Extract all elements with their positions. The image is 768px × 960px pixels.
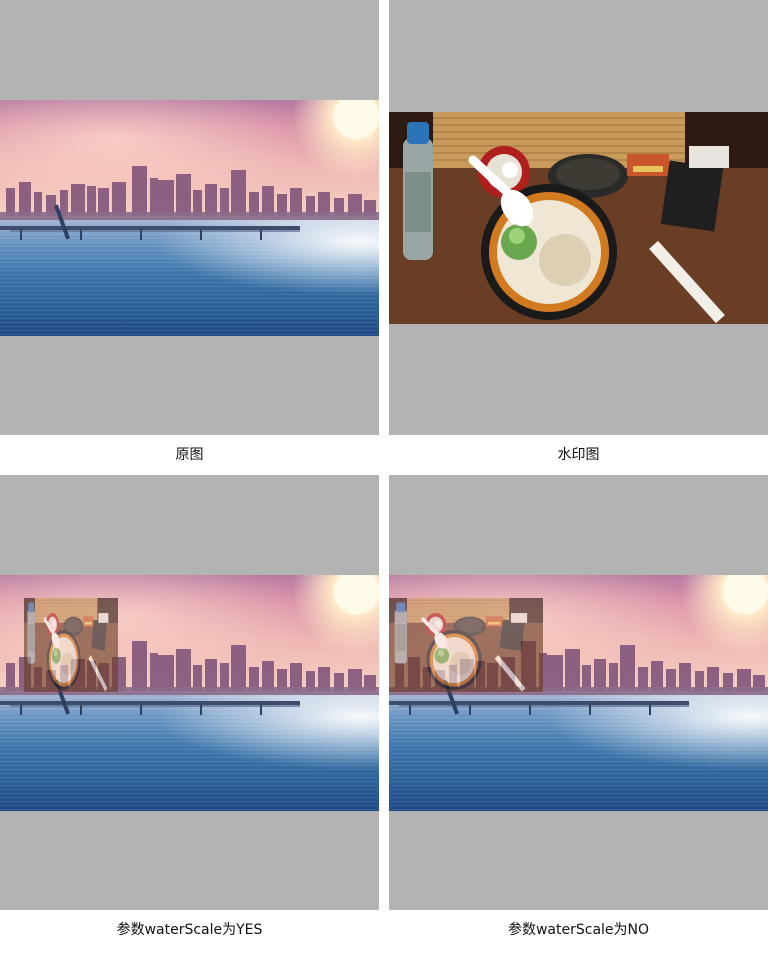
city-skyline-image <box>0 100 379 336</box>
caption-watermark: 水印图 <box>389 435 768 475</box>
panel-scale-no <box>389 475 768 910</box>
panel-original <box>0 0 379 435</box>
caption-scale-no: 参数waterScale为NO <box>389 910 768 950</box>
caption-scale-yes: 参数waterScale为YES <box>0 910 379 950</box>
ramen-image <box>389 112 768 324</box>
watermark-overlay <box>389 598 543 692</box>
panel-watermark <box>389 0 768 435</box>
watermark-overlay <box>24 598 118 692</box>
skyline-silhouette <box>0 100 379 336</box>
caption-original: 原图 <box>0 435 379 475</box>
panel-scale-yes <box>0 475 379 910</box>
